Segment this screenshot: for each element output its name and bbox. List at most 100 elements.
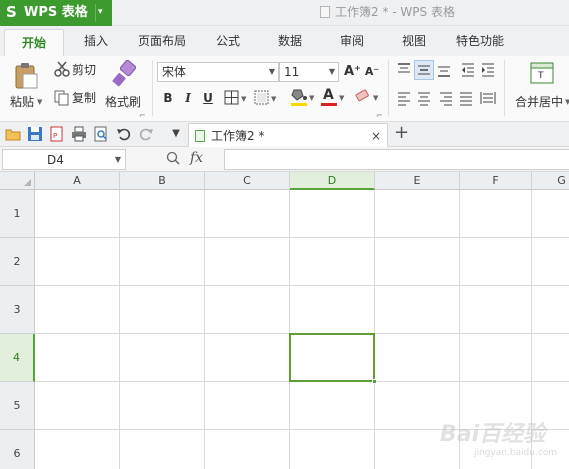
grow-font-button[interactable]: A⁺ [344,64,361,80]
fill-color-button[interactable]: ▼ [290,88,318,108]
app-button-divider [95,4,96,22]
watermark: Bai百经验 jingyan.baidu.com [440,410,565,465]
pdf-icon: P [50,126,63,142]
copy-button[interactable]: 复制 [52,88,102,108]
shrink-font-button[interactable]: A⁻ [364,64,380,80]
tab-view[interactable]: 视图 [402,33,426,49]
align-top-button[interactable] [396,62,412,78]
font-name-select[interactable]: 宋体 ▼ [157,62,279,82]
align-right-button[interactable] [438,90,454,106]
export-pdf-button[interactable]: P [49,126,65,142]
tab-formulas[interactable]: 公式 [216,33,240,49]
row-header-5[interactable]: 5 [0,382,35,430]
bold-button[interactable]: B [160,90,176,106]
spreadsheet-doc-icon [195,130,205,142]
redo-icon [139,128,153,141]
row-header-4[interactable]: 4 [0,334,35,382]
merge-cells-icon: T [530,62,554,84]
borders-button[interactable]: ▼ [224,90,250,106]
row-header-3[interactable]: 3 [0,286,35,334]
align-bottom-button[interactable] [436,62,452,78]
app-menu-button[interactable]: S WPS 表格 ▾ [0,0,112,26]
column-header-e[interactable]: E [375,172,460,190]
align-middle-button[interactable] [414,60,434,80]
column-header-g[interactable]: G [532,172,569,190]
select-all-corner[interactable] [0,172,35,190]
copy-icon [54,90,69,106]
font-size-select[interactable]: 11 ▼ [279,62,339,82]
underline-button[interactable]: U [200,90,216,106]
print-button[interactable] [71,126,87,142]
name-box[interactable]: D4 ▼ [2,149,126,170]
eraser-icon [355,89,369,102]
formula-input[interactable] [224,149,569,170]
tab-home[interactable]: 开始 [4,29,64,56]
open-button[interactable] [5,126,21,142]
format-painter-button[interactable]: 格式刷 [104,60,146,112]
justify-button[interactable] [458,90,474,106]
distributed-align-button[interactable] [480,90,496,106]
clear-format-button[interactable]: ▼ [354,88,382,108]
customize-toolbar-dropdown[interactable]: ▼ [168,126,184,142]
column-header-b[interactable]: B [120,172,205,190]
font-size-value: 11 [284,65,300,79]
chevron-down-icon: ▼ [241,95,247,103]
column-header-c[interactable]: C [205,172,290,190]
window-title: 工作簿2 * - WPS 表格 [320,4,455,21]
redo-button[interactable] [138,126,154,142]
font-color-button[interactable]: A ▼ [320,87,348,108]
cell-reference: D4 [47,153,64,167]
merge-center-label: 合并居中 [515,95,564,109]
undo-button[interactable] [116,126,132,142]
window-title-text: 工作簿2 * - WPS 表格 [335,5,455,19]
tab-page-layout[interactable]: 页面布局 [138,33,186,49]
row-header-2[interactable]: 2 [0,238,35,286]
tab-review[interactable]: 审阅 [340,33,364,49]
close-icon[interactable]: × [371,128,381,144]
column-header-d[interactable]: D [290,172,375,190]
align-left-button[interactable] [396,90,412,106]
justify-icon [460,92,472,106]
tab-special-features[interactable]: 特色功能 [456,33,504,49]
chevron-down-icon[interactable]: ▾ [98,6,103,18]
row-gridline [35,285,569,286]
wps-logo-icon: S [6,3,17,21]
cut-button[interactable]: 剪切 [52,60,102,80]
tab-insert[interactable]: 插入 [84,33,108,49]
document-icon [320,6,330,18]
paste-icon [15,63,38,89]
chevron-down-icon: ▼ [339,94,345,102]
align-left-icon [398,92,410,106]
dialog-launcher-icon[interactable]: ⌐ [139,111,146,120]
formula-bar: D4 ▼ fx [0,147,569,172]
insert-function-button[interactable]: fx [190,150,203,167]
row-header-1[interactable]: 1 [0,190,35,238]
increase-indent-button[interactable] [480,62,496,78]
app-name: WPS 表格 [24,5,88,20]
align-center-button[interactable] [416,90,432,106]
merge-center-button[interactable]: T 合并居中 ▼ [510,60,569,112]
document-tab[interactable]: 工作簿2 * × [188,123,388,147]
cell-pattern-button[interactable]: ▼ [254,90,280,106]
save-button[interactable] [27,126,43,142]
print-preview-button[interactable] [93,126,109,142]
paste-button[interactable]: 粘贴 ▼ [6,60,46,112]
font-color-swatch [321,103,337,106]
decrease-indent-button[interactable] [460,62,476,78]
new-tab-button[interactable]: + [394,123,409,143]
fill-handle[interactable] [372,379,377,384]
ribbon-divider [504,60,505,116]
selected-cell[interactable] [289,333,377,384]
tab-data[interactable]: 数据 [278,33,302,49]
italic-button[interactable]: I [180,90,196,106]
column-header-a[interactable]: A [35,172,120,190]
dialog-launcher-icon[interactable]: ⌐ [376,111,383,120]
title-bar: S WPS 表格 ▾ 工作簿2 * - WPS 表格 [0,0,569,26]
row-gridline [35,237,569,238]
print-preview-icon [94,126,107,142]
zoom-search-icon[interactable] [166,151,180,169]
chevron-down-icon: ▼ [373,94,379,102]
column-header-f[interactable]: F [460,172,532,190]
watermark-url: jingyan.baidu.com [474,448,558,458]
row-header-6[interactable]: 6 [0,430,35,469]
